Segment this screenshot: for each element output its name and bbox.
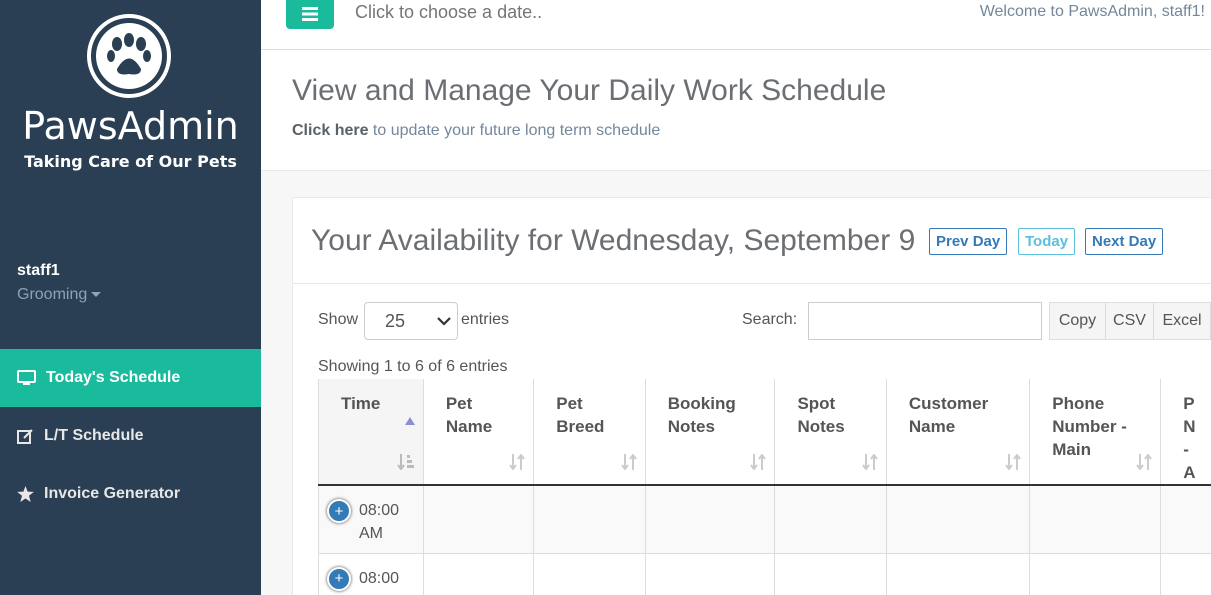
phone-main-cell — [1029, 485, 1162, 554]
sidebar-item-label: Invoice Generator — [44, 485, 181, 502]
pet-breed-cell — [533, 553, 646, 595]
prev-day-button[interactable]: Prev Day — [929, 228, 1008, 255]
column-header-label: Time — [341, 394, 381, 413]
csv-button[interactable]: CSV — [1105, 302, 1154, 340]
pet-name-cell — [423, 485, 535, 554]
search-label: Search: — [742, 311, 798, 328]
search-input[interactable] — [808, 302, 1042, 340]
table-row: + 08:00 AM — [318, 485, 1211, 554]
logo-name: PawsAdmin — [22, 104, 239, 148]
page-title: View and Manage Your Daily Work Schedule — [292, 74, 887, 107]
table-row: + 08:00 AM — [318, 553, 1211, 595]
booking-notes-cell — [645, 553, 776, 595]
expand-row-button[interactable]: + — [327, 566, 351, 591]
column-header-label: P N - A — [1183, 394, 1196, 482]
welcome-message: Welcome to PawsAdmin, staff1! — [979, 3, 1205, 20]
page-subtitle: Click here to update your future long te… — [292, 122, 660, 140]
column-header-label: Pet Name — [445, 394, 493, 436]
time-value: 08:00 AM — [359, 502, 400, 542]
logo-tagline: Taking Care of Our Pets — [24, 152, 237, 171]
profile-role-label: Grooming — [17, 286, 88, 303]
sidebar-item-invoice-generator[interactable]: Invoice Generator — [0, 465, 261, 523]
next-day-button[interactable]: Next Day — [1085, 228, 1164, 255]
sidebar: PawsAdmin Taking Care of Our Pets staff1… — [0, 0, 261, 595]
chevron-down-icon — [437, 317, 451, 326]
sort-numeric-icon — [397, 454, 414, 470]
table-header-row: Time Pet Name Pet Breed Booking Notes Sp… — [318, 379, 1211, 486]
sidebar-item-lt-schedule[interactable]: L/T Schedule — [0, 407, 261, 465]
phone-alt-cell — [1160, 485, 1211, 554]
sidebar-item-label: L/T Schedule — [44, 427, 144, 444]
page-subtitle-text: to update your future long term schedule — [368, 122, 661, 139]
spot-notes-cell — [774, 553, 887, 595]
excel-button[interactable]: Excel — [1153, 302, 1211, 340]
column-header-label: Spot Notes — [797, 394, 845, 436]
entries-select[interactable]: 25 — [364, 302, 458, 340]
show-label: Show — [318, 311, 359, 328]
booking-notes-cell — [645, 485, 776, 554]
column-header-pet-name[interactable]: Pet Name — [423, 379, 535, 486]
top-bar: Welcome to PawsAdmin, staff1! — [261, 0, 1211, 50]
column-header-phone-main[interactable]: Phone Number - Main — [1029, 379, 1162, 486]
panel-title: Your Availability for Wednesday, Septemb… — [311, 224, 916, 257]
panel-divider — [293, 283, 1211, 284]
column-header-spot-notes[interactable]: Spot Notes — [774, 379, 887, 486]
page-header: View and Manage Your Daily Work Schedule… — [261, 50, 1211, 171]
caret-down-icon — [91, 292, 102, 298]
column-header-label: Phone Number - Main — [1052, 394, 1127, 459]
pet-breed-cell — [533, 485, 646, 554]
today-button[interactable]: Today — [1018, 228, 1076, 255]
customer-name-cell — [886, 485, 1031, 554]
column-header-phone-alt[interactable]: P N - A — [1160, 379, 1211, 486]
column-header-label: Pet Breed — [556, 394, 605, 436]
time-cell: + 08:00 AM — [318, 553, 424, 595]
sort-icon — [862, 454, 878, 470]
sidebar-item-label: Today's Schedule — [46, 369, 181, 386]
showing-entries-info: Showing 1 to 6 of 6 entries — [318, 358, 508, 375]
edit-icon — [17, 429, 33, 444]
entries-label: entries — [461, 311, 510, 328]
copy-button[interactable]: Copy — [1049, 302, 1106, 340]
expand-row-button[interactable]: + — [327, 499, 351, 523]
star-icon — [17, 486, 34, 502]
profile-role-dropdown[interactable]: Grooming — [17, 286, 102, 304]
menu-toggle-button[interactable] — [286, 0, 334, 29]
sort-ascending-icon — [404, 417, 415, 425]
entries-select-value: 25 — [385, 310, 406, 331]
column-header-label: Customer Name — [908, 394, 989, 436]
desktop-icon — [17, 370, 36, 385]
column-header-time[interactable]: Time — [318, 379, 424, 486]
time-cell: + 08:00 AM — [318, 485, 424, 554]
sort-icon — [620, 454, 637, 470]
sort-icon — [509, 454, 526, 470]
phone-main-cell — [1029, 553, 1162, 595]
column-header-label: Booking Notes — [667, 394, 736, 436]
sort-icon — [1136, 454, 1153, 470]
time-value: 08:00 AM — [359, 569, 400, 595]
profile-name: staff1 — [17, 262, 60, 279]
schedule-table: Time Pet Name Pet Breed Booking Notes Sp… — [318, 379, 1211, 595]
pet-name-cell — [423, 553, 535, 595]
column-header-booking-notes[interactable]: Booking Notes — [645, 379, 776, 486]
sidebar-item-todays-schedule[interactable]: Today's Schedule — [0, 349, 261, 407]
sort-icon — [750, 454, 767, 470]
spot-notes-cell — [774, 485, 887, 554]
column-header-customer-name[interactable]: Customer Name — [886, 379, 1031, 486]
column-header-pet-breed[interactable]: Pet Breed — [533, 379, 646, 486]
phone-alt-cell — [1160, 553, 1211, 595]
availability-panel: Your Availability for Wednesday, Septemb… — [292, 197, 1211, 595]
long-term-schedule-link[interactable]: Click here — [292, 122, 368, 139]
paw-logo-icon — [87, 14, 171, 98]
customer-name-cell — [886, 553, 1031, 595]
date-picker-input[interactable] — [355, 2, 655, 23]
hamburger-icon — [302, 6, 318, 21]
sort-icon — [1005, 454, 1022, 470]
